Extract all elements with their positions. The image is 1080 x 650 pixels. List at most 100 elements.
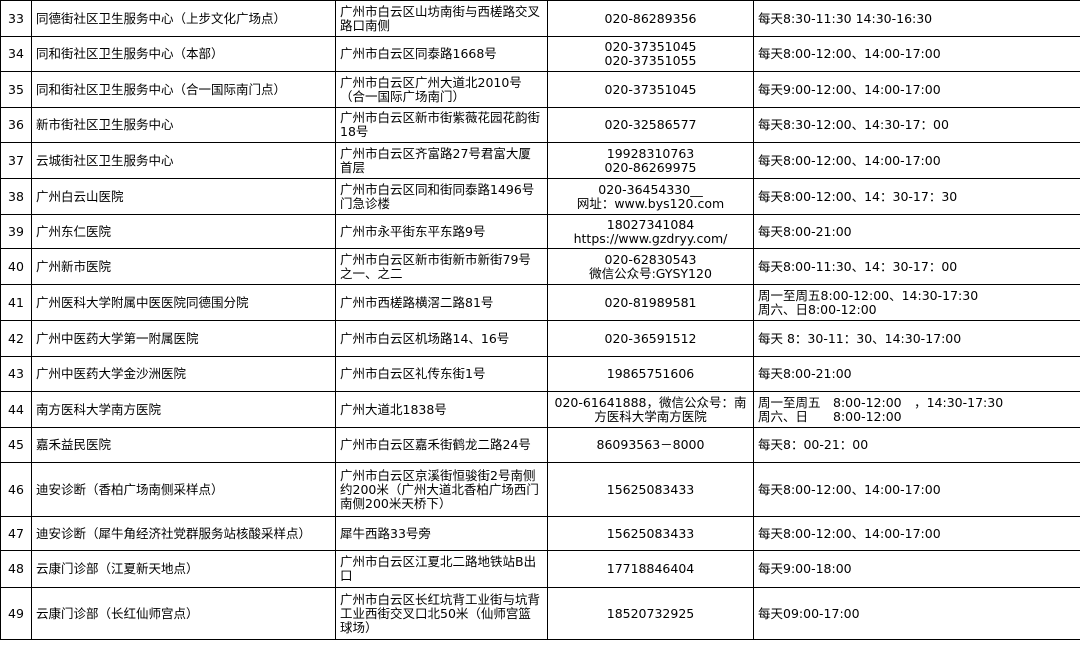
- facility-address: 广州市白云区新市街紫薇花园花韵街18号: [335, 107, 548, 143]
- facility-hours: 每天8:00-12:00、14:00-17:00: [753, 462, 1080, 517]
- table-row: 38 广州白云山医院 广州市白云区同和街同泰路1496号门急诊楼 020-364543…: [0, 178, 1080, 215]
- facility-phone: 15625083433: [547, 462, 754, 517]
- row-number: 47: [0, 516, 32, 551]
- facility-name: 同和街社区卫生服务中心（本部）: [31, 36, 336, 72]
- facility-hours: 每天8:00-12:00、14:00-17:00: [753, 516, 1080, 551]
- table-row: 37 云城街社区卫生服务中心 广州市白云区齐富路27号君富大厦首层 199283107…: [0, 142, 1080, 179]
- facility-name: 云康门诊部（长红仙师宫点）: [31, 587, 336, 640]
- facility-hours: 每天8:00-21:00: [753, 356, 1080, 392]
- row-number: 45: [0, 427, 32, 463]
- facility-hours: 每天8:30-12:00、14:30-17：00: [753, 107, 1080, 143]
- table-row: 36 新市街社区卫生服务中心 广州市白云区新市街紫薇花园花韵街18号 020-3258…: [0, 107, 1080, 143]
- facility-phone: 020-32586577: [547, 107, 754, 143]
- facility-address: 广州市白云区山坊南街与西槎路交叉路口南侧: [335, 0, 548, 37]
- facility-address: 广州市白云区同泰路1668号: [335, 36, 548, 72]
- table-body: 33 同德街社区卫生服务中心（上步文化广场点） 广州市白云区山坊南街与西槎路交叉路口…: [0, 0, 1080, 640]
- row-number: 43: [0, 356, 32, 392]
- row-number: 48: [0, 550, 32, 588]
- table-row: 48 云康门诊部（江夏新天地点） 广州市白云区江夏北二路地铁站B出口 17718846…: [0, 550, 1080, 588]
- table-row: 46 迪安诊断（香柏广场南侧采样点） 广州市白云区京溪街恒骏街2号南侧约200米（广…: [0, 462, 1080, 517]
- facility-name: 迪安诊断（香柏广场南侧采样点）: [31, 462, 336, 517]
- facility-phone: 020-62830543 微信公众号:GYSY120: [547, 248, 754, 285]
- facility-name: 同德街社区卫生服务中心（上步文化广场点）: [31, 0, 336, 37]
- row-number: 36: [0, 107, 32, 143]
- facility-address: 广州市白云区礼传东街1号: [335, 356, 548, 392]
- facility-address: 广州市白云区齐富路27号君富大厦首层: [335, 142, 548, 179]
- facility-address: 广州市白云区嘉禾街鹤龙二路24号: [335, 427, 548, 463]
- facility-name: 新市街社区卫生服务中心: [31, 107, 336, 143]
- facility-phone: 15625083433: [547, 516, 754, 551]
- row-number: 44: [0, 391, 32, 428]
- facility-name: 广州新市医院: [31, 248, 336, 285]
- facility-phone: 19928310763 020-86269975: [547, 142, 754, 179]
- facility-phone: 020-86289356: [547, 0, 754, 37]
- facility-name: 迪安诊断（犀牛角经济社党群服务站核酸采样点）: [31, 516, 336, 551]
- facility-phone: 020-81989581: [547, 284, 754, 321]
- facility-address: 广州市白云区广州大道北2010号（合一国际广场南门）: [335, 71, 548, 108]
- row-number: 41: [0, 284, 32, 321]
- facility-phone: 17718846404: [547, 550, 754, 588]
- table-row: 45 嘉禾益民医院 广州市白云区嘉禾街鹤龙二路24号 86093563－8000 每天8…: [0, 427, 1080, 463]
- facility-address: 犀牛西路33号旁: [335, 516, 548, 551]
- facility-address: 广州市白云区新市街新市新街79号之一、之二: [335, 248, 548, 285]
- facility-phone: 86093563－8000: [547, 427, 754, 463]
- row-number: 33: [0, 0, 32, 37]
- row-number: 35: [0, 71, 32, 108]
- row-number: 46: [0, 462, 32, 517]
- facility-name: 广州东仁医院: [31, 214, 336, 249]
- table-row: 35 同和街社区卫生服务中心（合一国际南门点） 广州市白云区广州大道北2010号（合…: [0, 71, 1080, 108]
- facility-phone: 020-37351045: [547, 71, 754, 108]
- facility-hours: 每天8：00-21：00: [753, 427, 1080, 463]
- row-number: 42: [0, 320, 32, 357]
- facility-hours: 每天8:00-12:00、14:00-17:00: [753, 142, 1080, 179]
- facility-name: 嘉禾益民医院: [31, 427, 336, 463]
- table-row: 41 广州医科大学附属中医医院同德围分院 广州市西槎路横滘二路81号 020-8198…: [0, 284, 1080, 321]
- facility-phone: 020-37351045 020-37351055: [547, 36, 754, 72]
- row-number: 38: [0, 178, 32, 215]
- facility-name: 南方医科大学南方医院: [31, 391, 336, 428]
- facility-address: 广州市白云区长红坑背工业街与坑背工业西街交叉口北50米（仙师宫篮球场）: [335, 587, 548, 640]
- facility-hours: 每天8:00-12:00、14:00-17:00: [753, 36, 1080, 72]
- table-row: 44 南方医科大学南方医院 广州大道北1838号 020-61641888，微信公众号…: [0, 391, 1080, 428]
- facility-address: 广州市白云区江夏北二路地铁站B出口: [335, 550, 548, 588]
- facility-address: 广州市白云区机场路14、16号: [335, 320, 548, 357]
- facility-phone: 020-36454330__ 网址：www.bys120.com: [547, 178, 754, 215]
- facility-address: 广州市白云区京溪街恒骏街2号南侧约200米（广州大道北香柏广场西门南侧200米天…: [335, 462, 548, 517]
- facility-phone: 19865751606: [547, 356, 754, 392]
- table-row: 33 同德街社区卫生服务中心（上步文化广场点） 广州市白云区山坊南街与西槎路交叉路口…: [0, 0, 1080, 37]
- row-number: 34: [0, 36, 32, 72]
- facility-address: 广州大道北1838号: [335, 391, 548, 428]
- facility-address: 广州市白云区同和街同泰路1496号门急诊楼: [335, 178, 548, 215]
- facility-name: 广州白云山医院: [31, 178, 336, 215]
- row-number: 40: [0, 248, 32, 285]
- table-row: 42 广州中医药大学第一附属医院 广州市白云区机场路14、16号 020-365915…: [0, 320, 1080, 357]
- table-row: 40 广州新市医院 广州市白云区新市街新市新街79号之一、之二 020-6283054…: [0, 248, 1080, 285]
- facility-phone: 18027341084 https://www.gzdryy.com/: [547, 214, 754, 249]
- clinic-table: 33 同德街社区卫生服务中心（上步文化广场点） 广州市白云区山坊南街与西槎路交叉路口…: [0, 0, 1080, 640]
- facility-phone: 020-36591512: [547, 320, 754, 357]
- table-row: 49 云康门诊部（长红仙师宫点） 广州市白云区长红坑背工业街与坑背工业西街交叉口北5…: [0, 587, 1080, 640]
- row-number: 49: [0, 587, 32, 640]
- facility-name: 广州中医药大学第一附属医院: [31, 320, 336, 357]
- table-row: 43 广州中医药大学金沙洲医院 广州市白云区礼传东街1号 19865751606 每天8…: [0, 356, 1080, 392]
- facility-hours: 周一至周五 8:00-12:00 ，14:30-17:30 周六、日 8:00-…: [753, 391, 1080, 428]
- facility-address: 广州市永平街东平东路9号: [335, 214, 548, 249]
- facility-hours: 每天8:00-21:00: [753, 214, 1080, 249]
- facility-name: 云康门诊部（江夏新天地点）: [31, 550, 336, 588]
- facility-hours: 每天8:00-12:00、14：30-17：30: [753, 178, 1080, 215]
- facility-hours: 周一至周五8:00-12:00、14:30-17:30 周六、日8:00-12:…: [753, 284, 1080, 321]
- table-row: 39 广州东仁医院 广州市永平街东平东路9号 18027341084 https://…: [0, 214, 1080, 249]
- table-row: 34 同和街社区卫生服务中心（本部） 广州市白云区同泰路1668号 020-37351…: [0, 36, 1080, 72]
- facility-name: 云城街社区卫生服务中心: [31, 142, 336, 179]
- facility-hours: 每天9:00-18:00: [753, 550, 1080, 588]
- facility-name: 广州医科大学附属中医医院同德围分院: [31, 284, 336, 321]
- facility-hours: 每天9:00-12:00、14:00-17:00: [753, 71, 1080, 108]
- table-row: 47 迪安诊断（犀牛角经济社党群服务站核酸采样点） 犀牛西路33号旁 15625083…: [0, 516, 1080, 551]
- facility-hours: 每天8:00-11:30、14：30-17：00: [753, 248, 1080, 285]
- row-number: 37: [0, 142, 32, 179]
- facility-name: 广州中医药大学金沙洲医院: [31, 356, 336, 392]
- facility-phone: 020-61641888，微信公众号：南方医科大学南方医院: [547, 391, 754, 428]
- facility-name: 同和街社区卫生服务中心（合一国际南门点）: [31, 71, 336, 108]
- facility-phone: 18520732925: [547, 587, 754, 640]
- facility-hours: 每天8:30-11:30 14:30-16:30: [753, 0, 1080, 37]
